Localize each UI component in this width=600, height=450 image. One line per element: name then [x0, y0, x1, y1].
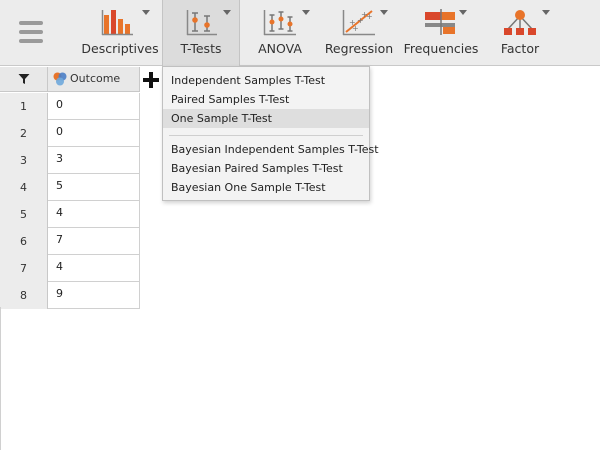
filter-icon	[18, 74, 30, 84]
table-row: 89	[0, 282, 140, 309]
chevron-down-icon	[542, 10, 550, 15]
menu-separator	[169, 135, 363, 136]
row-number[interactable]: 1	[0, 93, 48, 120]
factor-icon	[504, 10, 536, 35]
menu-item-bayesian-one-sample[interactable]: Bayesian One Sample T-Test	[163, 178, 369, 197]
row-number[interactable]: 8	[0, 282, 48, 309]
column-header-row: Outcome	[0, 67, 140, 92]
regression-icon: + + + + +	[342, 10, 375, 36]
data-cell[interactable]: 3	[48, 147, 140, 174]
svg-text:+: +	[352, 24, 359, 33]
table-row: 67	[0, 228, 140, 255]
filter-button[interactable]	[0, 67, 48, 92]
data-cell[interactable]: 9	[48, 282, 140, 309]
factor-label: Factor	[500, 41, 540, 56]
data-cell[interactable]: 0	[48, 120, 140, 147]
t-tests-dropdown-menu: Independent Samples T-Test Paired Sample…	[162, 66, 379, 201]
row-number[interactable]: 3	[0, 147, 48, 174]
data-cell[interactable]: 5	[48, 174, 140, 201]
nominal-variable-icon	[53, 72, 67, 86]
ribbon-toolbar: Descriptives T-Tests ANOVA + + + + + Reg…	[0, 0, 600, 66]
menu-item-one-sample[interactable]: One Sample T-Test	[163, 109, 369, 128]
factor-button[interactable]: Factor	[484, 0, 556, 66]
table-row: 45	[0, 174, 140, 201]
menu-item-paired-samples[interactable]: Paired Samples T-Test	[163, 90, 369, 109]
row-number[interactable]: 2	[0, 120, 48, 147]
row-number[interactable]: 4	[0, 174, 48, 201]
svg-text:+: +	[366, 12, 373, 21]
data-cell[interactable]: 4	[48, 255, 140, 282]
t-test-icon	[186, 10, 217, 36]
anova-icon	[263, 10, 296, 36]
menu-icon[interactable]	[19, 21, 43, 43]
descriptives-button[interactable]: Descriptives	[80, 0, 160, 66]
chevron-down-icon	[142, 10, 150, 15]
table-row: 20	[0, 120, 140, 147]
data-cell[interactable]: 7	[48, 228, 140, 255]
anova-label: ANOVA	[258, 41, 302, 56]
frequencies-label: Frequencies	[403, 41, 479, 56]
regression-button[interactable]: + + + + + Regression	[320, 0, 398, 66]
frequencies-icon	[425, 9, 455, 35]
bar-chart-icon	[101, 10, 133, 36]
chevron-down-icon	[459, 10, 467, 15]
data-cell[interactable]: 4	[48, 201, 140, 228]
frequencies-button[interactable]: Frequencies	[402, 0, 480, 66]
row-number[interactable]: 6	[0, 228, 48, 255]
chevron-down-icon	[380, 10, 388, 15]
row-number[interactable]: 5	[0, 201, 48, 228]
table-row: 33	[0, 147, 140, 174]
descriptives-label: Descriptives	[81, 41, 159, 56]
menu-item-bayesian-independent-samples[interactable]: Bayesian Independent Samples T-Test	[163, 140, 379, 159]
table-row: 74	[0, 255, 140, 282]
menu-item-bayesian-paired-samples[interactable]: Bayesian Paired Samples T-Test	[163, 159, 369, 178]
anova-button[interactable]: ANOVA	[244, 0, 316, 66]
add-column-icon[interactable]	[142, 71, 160, 89]
table-row: 54	[0, 201, 140, 228]
t-tests-button[interactable]: T-Tests	[162, 0, 240, 66]
menu-item-independent-samples[interactable]: Independent Samples T-Test	[163, 71, 369, 90]
chevron-down-icon	[223, 10, 231, 15]
table-row: 10	[0, 93, 140, 120]
t-tests-label: T-Tests	[180, 41, 222, 56]
regression-label: Regression	[324, 41, 394, 56]
row-number[interactable]: 7	[0, 255, 48, 282]
grid-edge	[0, 307, 1, 450]
column-header-outcome[interactable]: Outcome	[48, 67, 140, 92]
chevron-down-icon	[302, 10, 310, 15]
column-name: Outcome	[70, 72, 121, 85]
data-cell[interactable]: 0	[48, 93, 140, 120]
